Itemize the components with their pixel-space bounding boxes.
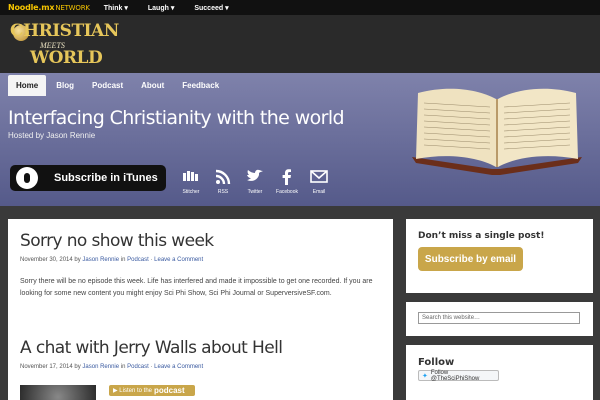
site-header: CHRISTIAN MEETS WORLD xyxy=(0,15,600,73)
post-meta: November 17, 2014 by Jason Rennie in Pod… xyxy=(20,364,203,370)
social-twitter[interactable]: Twitter xyxy=(239,169,271,195)
meta-separator: · xyxy=(150,257,153,263)
stitcher-icon xyxy=(175,169,207,187)
widget-title: Don’t miss a single post! xyxy=(418,231,545,241)
meta-separator: · xyxy=(150,364,153,370)
leave-comment-link[interactable]: Leave a Comment xyxy=(154,364,203,370)
post-category-link[interactable]: Podcast xyxy=(127,257,149,263)
network-menu-succeed[interactable]: Succeed ▾ xyxy=(194,4,228,12)
hero-banner: Home Blog Podcast About Feedback Interfa… xyxy=(0,73,600,206)
play-icon: ▶ xyxy=(113,388,118,394)
social-label: Email xyxy=(312,189,326,195)
social-links: Stitcher RSS Twitter Facebook Email xyxy=(175,169,335,195)
post-date: November 30, 2014 xyxy=(20,257,73,263)
nav-about[interactable]: About xyxy=(133,75,172,96)
network-menu: Think ▾ Laugh ▾ Succeed ▾ xyxy=(104,4,249,12)
social-facebook[interactable]: Facebook xyxy=(271,169,303,195)
post-excerpt: Sorry there will be no episode this week… xyxy=(20,278,373,297)
main-content: Sorry no show this week November 30, 201… xyxy=(8,219,393,400)
podcast-icon xyxy=(16,167,38,189)
network-menu-laugh[interactable]: Laugh ▾ xyxy=(148,4,174,12)
site-tagline: Interfacing Christianity with the world xyxy=(8,107,345,129)
post-by: by xyxy=(74,257,81,263)
listen-podcast-button[interactable]: ▶ Listen to the podcast xyxy=(109,385,195,396)
nav-blog[interactable]: Blog xyxy=(48,75,82,96)
post-date: November 17, 2014 xyxy=(20,364,73,370)
post-in: in xyxy=(120,257,126,263)
social-email[interactable]: Email xyxy=(303,169,335,195)
hosted-by: Hosted by Jason Rennie xyxy=(8,131,96,140)
post-title[interactable]: Sorry no show this week xyxy=(20,231,214,251)
open-bible-image xyxy=(412,88,582,175)
facebook-icon xyxy=(271,169,303,187)
itunes-label: Subscribe in iTunes xyxy=(54,172,158,184)
post-category-link[interactable]: Podcast xyxy=(127,364,149,370)
leave-comment-link[interactable]: Leave a Comment xyxy=(154,257,203,263)
nav-feedback[interactable]: Feedback xyxy=(174,75,227,96)
social-rss[interactable]: RSS xyxy=(207,169,239,195)
subscribe-widget: Don’t miss a single post! Subscribe by e… xyxy=(406,219,593,293)
post-in: in xyxy=(120,364,126,370)
logo-text-christian: CHRISTIAN xyxy=(10,21,119,41)
search-widget: Search this website… xyxy=(406,302,593,336)
post-title[interactable]: A chat with Jerry Walls about Hell xyxy=(20,338,283,358)
social-label: RSS xyxy=(217,189,229,195)
follow-widget: Follow ✦ Follow @TheSciPhiShow xyxy=(406,345,593,400)
nav-podcast[interactable]: Podcast xyxy=(84,75,131,96)
twitter-follow-button[interactable]: ✦ Follow @TheSciPhiShow xyxy=(418,369,499,382)
search-input[interactable]: Search this website… xyxy=(418,312,580,324)
nav-home[interactable]: Home xyxy=(8,75,47,96)
main-nav: Home Blog Podcast About Feedback xyxy=(8,75,229,96)
network-bar: Noodle.mxNETWORK Think ▾ Laugh ▾ Succeed… xyxy=(0,0,600,15)
post-meta: November 30, 2014 by Jason Rennie in Pod… xyxy=(20,257,203,263)
rss-icon xyxy=(207,169,239,187)
subscribe-email-button[interactable]: Subscribe by email xyxy=(418,247,523,271)
twitter-bird-icon: ✦ xyxy=(422,372,428,380)
social-label: Stitcher xyxy=(182,189,200,195)
widget-title: Follow xyxy=(418,357,455,368)
follow-label: Follow @TheSciPhiShow xyxy=(430,369,480,382)
subscribe-itunes-button[interactable]: Subscribe in iTunes xyxy=(10,165,166,191)
post-by: by xyxy=(74,364,81,370)
social-label: Twitter xyxy=(247,189,263,195)
social-stitcher[interactable]: Stitcher xyxy=(175,169,207,195)
listen-label: podcast xyxy=(154,386,185,395)
twitter-icon xyxy=(239,169,271,187)
post-thumbnail[interactable] xyxy=(20,385,96,400)
site-logo[interactable]: CHRISTIAN MEETS WORLD xyxy=(10,19,119,69)
social-label: Facebook xyxy=(276,189,298,195)
post-author-link[interactable]: Jason Rennie xyxy=(82,257,119,263)
logo-text-world: WORLD xyxy=(30,48,103,68)
email-icon xyxy=(303,169,335,187)
listen-prefix: Listen to the xyxy=(119,387,152,394)
network-brand-link[interactable]: Noodle.mxNETWORK xyxy=(8,3,90,12)
network-menu-think[interactable]: Think ▾ xyxy=(104,4,128,12)
post-author-link[interactable]: Jason Rennie xyxy=(82,364,119,370)
